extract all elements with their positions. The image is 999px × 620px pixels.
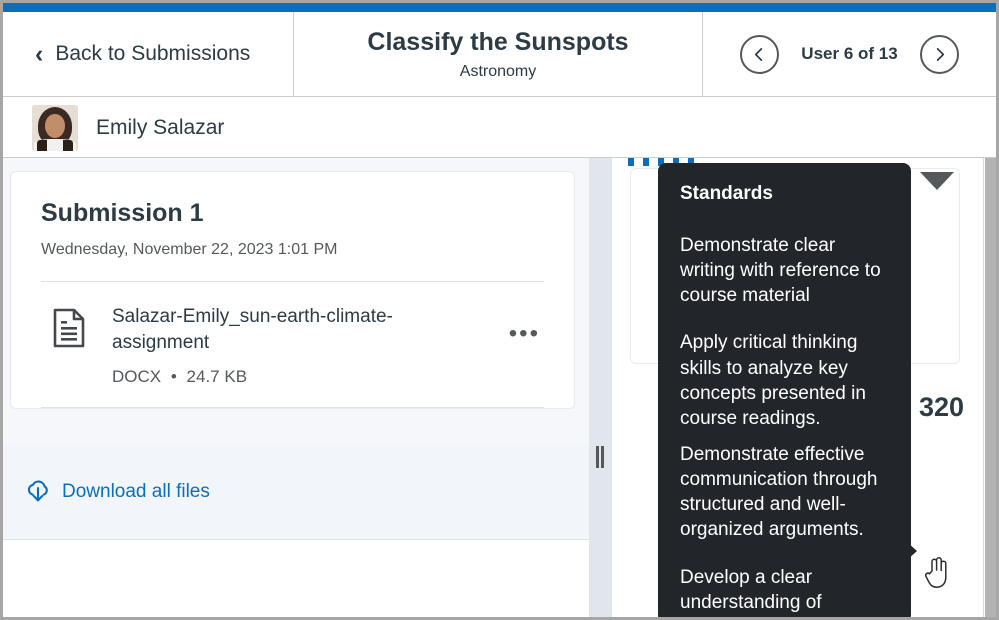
next-user-button[interactable] bbox=[919, 34, 959, 74]
top-accent-bar bbox=[3, 3, 996, 12]
chevron-right-icon bbox=[936, 47, 944, 61]
assignment-title: Classify the Sunspots bbox=[367, 27, 629, 56]
tooltip-standard-4: Develop a clear understanding of bbox=[680, 566, 822, 613]
user-navigation: User 6 of 13 bbox=[703, 12, 996, 96]
submission-pane: Submission 1 Wednesday, November 22, 202… bbox=[3, 158, 589, 617]
file-type: DOCX bbox=[112, 367, 162, 387]
file-name: Salazar-Emily_sun-earth-climate-assignme… bbox=[112, 306, 393, 354]
download-all-files-label: Download all files bbox=[62, 480, 210, 502]
grading-app-window: ‹ Back to Submissions Classify the Sunsp… bbox=[0, 0, 999, 620]
tooltip-arrow bbox=[898, 534, 917, 568]
resize-grip-icon bbox=[596, 446, 604, 468]
submission-timestamp: Wednesday, November 22, 2023 1:01 PM bbox=[41, 241, 544, 282]
submission-file-row[interactable]: Salazar-Emily_sun-earth-climate-assignme… bbox=[41, 282, 544, 409]
file-details: DOCX • 24.7 KB bbox=[112, 367, 483, 387]
submission-title: Submission 1 bbox=[41, 199, 204, 227]
previous-user-button[interactable] bbox=[740, 34, 780, 74]
user-counter-label: User 6 of 13 bbox=[801, 44, 898, 63]
student-name: Emily Salazar bbox=[96, 115, 225, 139]
scrollbar-thumb[interactable] bbox=[985, 158, 996, 617]
app-header: ‹ Back to Submissions Classify the Sunsp… bbox=[3, 12, 996, 97]
tooltip-standard-1: Demonstrate clear writing with reference… bbox=[680, 234, 881, 307]
submission-card: Submission 1 Wednesday, November 22, 202… bbox=[10, 171, 575, 410]
score-value: 320 bbox=[918, 392, 964, 422]
tooltip-title: Standards bbox=[680, 183, 773, 204]
chevron-left-icon: ‹ bbox=[35, 39, 44, 68]
file-size: 24.7 KB bbox=[186, 367, 248, 387]
back-to-submissions-label: Back to Submissions bbox=[55, 42, 251, 65]
submission-pane-footer bbox=[3, 539, 589, 617]
file-meta: Salazar-Emily_sun-earth-climate-assignme… bbox=[112, 304, 483, 387]
caret-down-icon[interactable] bbox=[920, 172, 954, 190]
back-to-submissions-button[interactable]: ‹ Back to Submissions bbox=[3, 12, 294, 96]
student-header-row: Emily Salazar bbox=[3, 98, 996, 158]
tooltip-standard-2: Apply critical thinking skills to analyz… bbox=[680, 332, 866, 430]
download-all-files-button[interactable]: Download all files bbox=[3, 444, 589, 539]
tooltip-standard-3: Demonstrate effective communication thro… bbox=[680, 443, 878, 541]
ellipsis-icon[interactable]: ••• bbox=[509, 322, 544, 346]
vertical-scrollbar[interactable] bbox=[983, 158, 996, 617]
pane-resize-divider[interactable] bbox=[589, 158, 611, 617]
assignment-title-block: Classify the Sunspots Astronomy bbox=[294, 12, 703, 96]
avatar bbox=[32, 104, 78, 151]
course-name: Astronomy bbox=[459, 63, 537, 81]
chevron-left-icon bbox=[755, 47, 763, 61]
file-separator: • bbox=[170, 367, 177, 387]
cloud-download-icon bbox=[27, 480, 48, 501]
document-file-icon bbox=[52, 308, 86, 353]
standards-tooltip: Standards Demonstrate clear writing with… bbox=[658, 163, 911, 617]
